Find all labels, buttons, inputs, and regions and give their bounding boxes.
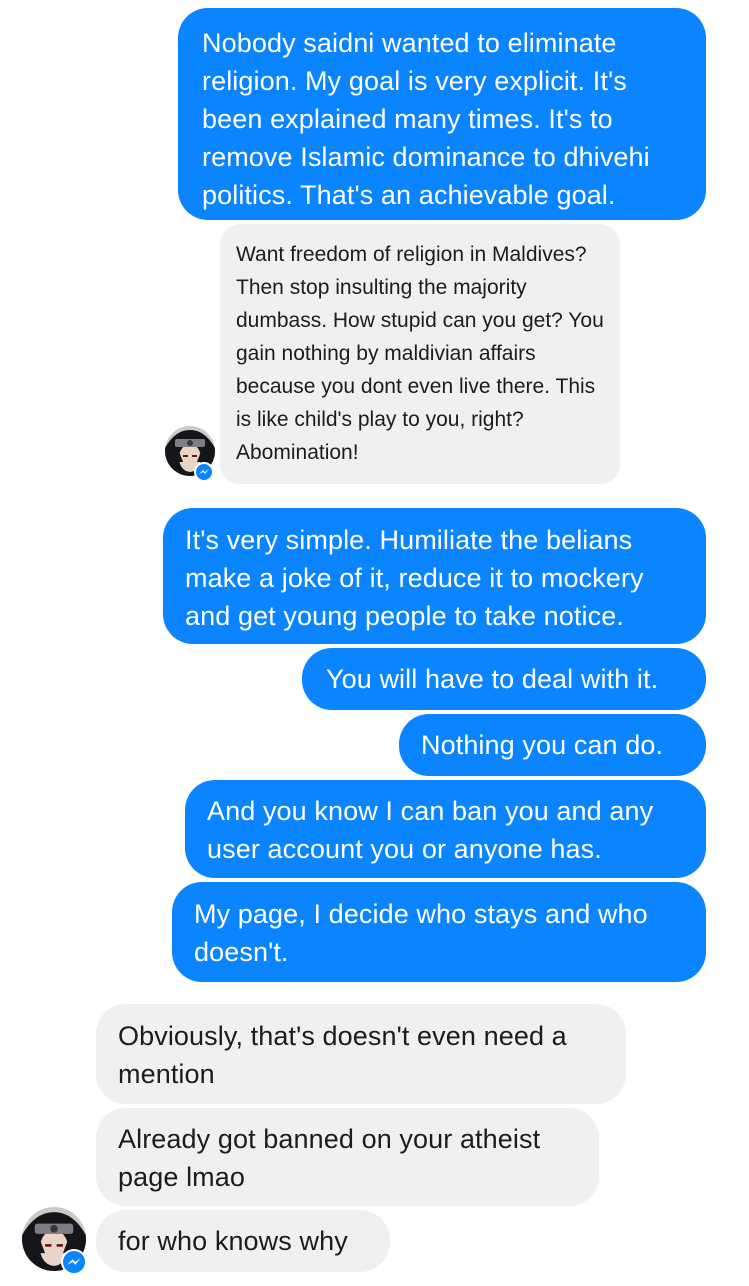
messenger-badge-icon — [61, 1249, 87, 1275]
incoming-quoted-message[interactable]: Want freedom of religion in Maldives? Th… — [220, 224, 620, 484]
outgoing-message[interactable]: You will have to deal with it. — [302, 648, 706, 710]
outgoing-message[interactable]: It's very simple. Humiliate the belians … — [163, 508, 706, 644]
incoming-message[interactable]: Already got banned on your atheist page … — [96, 1108, 599, 1206]
incoming-message[interactable]: for who knows why — [96, 1210, 390, 1272]
outgoing-message[interactable]: My page, I decide who stays and who does… — [172, 882, 706, 982]
outgoing-message[interactable]: And you know I can ban you and any user … — [185, 780, 706, 878]
incoming-message[interactable]: Obviously, that's doesn't even need a me… — [96, 1004, 626, 1104]
contact-avatar[interactable] — [165, 426, 215, 482]
contact-avatar[interactable] — [22, 1207, 87, 1275]
outgoing-message[interactable]: Nothing you can do. — [399, 714, 706, 776]
outgoing-message[interactable]: Nobody saidni wanted to eliminate religi… — [178, 8, 706, 220]
messenger-badge-icon — [194, 462, 214, 482]
